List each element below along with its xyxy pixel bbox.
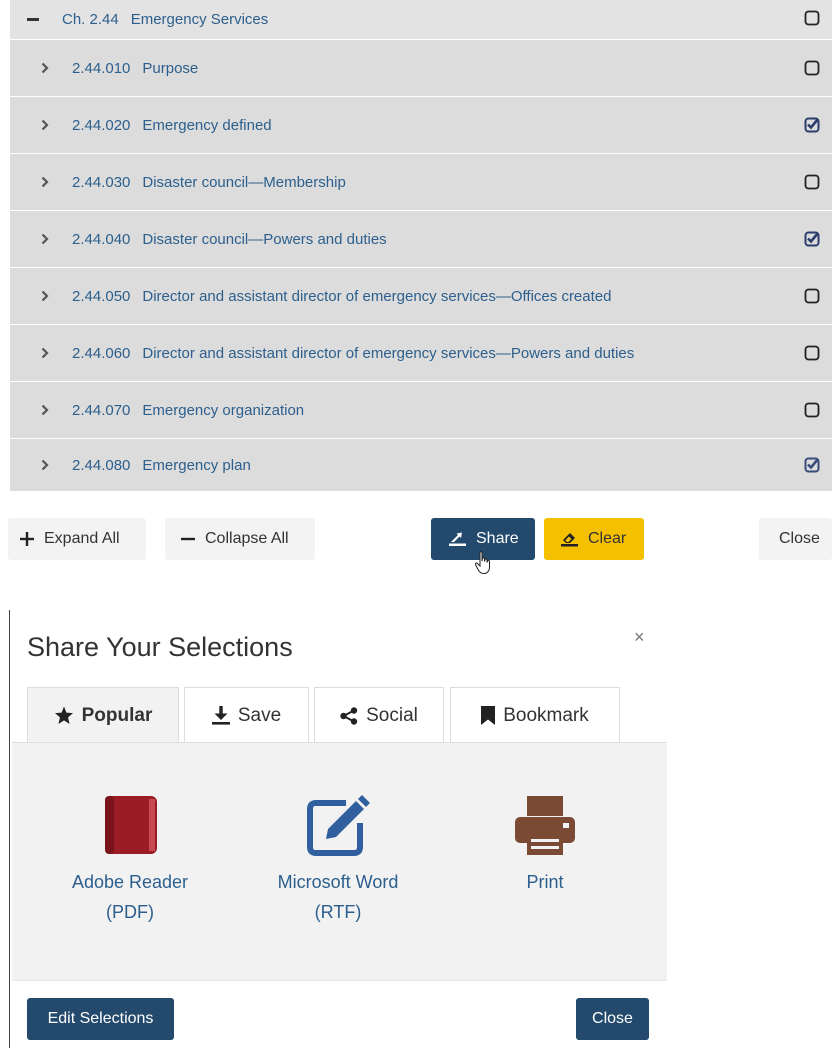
chevron-right-icon[interactable] xyxy=(36,347,54,359)
checkbox-checked-icon[interactable] xyxy=(804,457,820,473)
option-print-line1: Print xyxy=(526,872,564,892)
share-icon xyxy=(340,706,358,725)
clear-button[interactable]: Clear xyxy=(544,518,644,560)
download-icon xyxy=(211,706,230,725)
section-row-5[interactable]: 2.44.050 Director and assistant director… xyxy=(10,268,832,325)
section-title[interactable]: Emergency plan xyxy=(142,457,250,474)
book-icon xyxy=(105,796,157,854)
section-tree: Ch. 2.44 Emergency Services 2.44.010 Pur… xyxy=(10,0,832,492)
tab-panel-popular: Adobe Reader (PDF) Microsoft Word (RTF) … xyxy=(12,742,667,981)
checkbox[interactable] xyxy=(804,174,820,190)
chevron-right-icon[interactable] xyxy=(36,404,54,416)
section-row-8[interactable]: 2.44.080 Emergency plan xyxy=(10,439,832,492)
chapter-title[interactable]: Emergency Services xyxy=(131,11,269,28)
tab-popular-label: Popular xyxy=(81,704,153,726)
tab-bookmark-label: Bookmark xyxy=(503,704,589,726)
checkbox-checked-icon[interactable] xyxy=(804,117,820,133)
expand-all-button[interactable]: Expand All xyxy=(8,518,146,560)
expand-all-label: Expand All xyxy=(44,530,120,547)
section-row-7[interactable]: 2.44.070 Emergency organization xyxy=(10,382,832,439)
edit-icon xyxy=(307,795,370,856)
section-number[interactable]: 2.44.080 xyxy=(72,457,130,474)
chevron-right-icon[interactable] xyxy=(36,62,54,74)
checkbox[interactable] xyxy=(804,402,820,418)
section-row-6[interactable]: 2.44.060 Director and assistant director… xyxy=(10,325,832,382)
chevron-right-icon[interactable] xyxy=(36,459,54,471)
option-word-line1: Microsoft Word xyxy=(277,872,399,892)
checkbox[interactable] xyxy=(804,288,820,304)
plus-icon xyxy=(20,532,34,546)
bookmark-icon xyxy=(481,706,496,725)
chapter-number[interactable]: Ch. 2.44 xyxy=(62,11,119,28)
close-label: Close xyxy=(779,530,820,547)
chevron-right-icon[interactable] xyxy=(36,176,54,188)
section-number[interactable]: 2.44.040 xyxy=(72,231,130,248)
option-word[interactable]: Microsoft Word (RTF) xyxy=(260,793,416,927)
collapse-icon[interactable] xyxy=(24,17,42,22)
edit-selections-button[interactable]: Edit Selections xyxy=(27,998,174,1040)
modal-border xyxy=(9,610,10,1048)
chevron-right-icon[interactable] xyxy=(36,233,54,245)
collapse-all-label: Collapse All xyxy=(205,530,289,547)
chapter-row[interactable]: Ch. 2.44 Emergency Services xyxy=(10,0,832,40)
section-number[interactable]: 2.44.070 xyxy=(72,402,130,419)
chevron-right-icon[interactable] xyxy=(36,290,54,302)
share-label: Share xyxy=(476,530,519,547)
share-export-icon xyxy=(449,532,466,546)
minus-icon xyxy=(181,537,195,541)
checkbox[interactable] xyxy=(804,60,820,76)
option-word-line2: (RTF) xyxy=(314,902,362,922)
checkbox-checked-icon[interactable] xyxy=(804,231,820,247)
option-pdf-line1: Adobe Reader xyxy=(71,872,189,892)
section-number[interactable]: 2.44.050 xyxy=(72,288,130,305)
eraser-icon xyxy=(561,533,578,547)
option-pdf-line2: (PDF) xyxy=(106,902,154,922)
tab-social[interactable]: Social xyxy=(314,687,444,743)
tab-save-label: Save xyxy=(237,704,282,726)
modal-close-icon[interactable]: × xyxy=(634,627,645,648)
tab-popular[interactable]: Popular xyxy=(27,687,179,743)
modal-title: Share Your Selections xyxy=(27,632,293,662)
section-row-3[interactable]: 2.44.030 Disaster council—Membership xyxy=(10,154,832,211)
clear-label: Clear xyxy=(588,530,627,547)
section-title[interactable]: Director and assistant director of emerg… xyxy=(142,288,611,305)
chevron-right-icon[interactable] xyxy=(36,119,54,131)
action-bar: Expand All Collapse All Share Clear Clos… xyxy=(0,518,832,562)
collapse-all-button[interactable]: Collapse All xyxy=(165,518,315,560)
close-button[interactable]: Close xyxy=(759,518,832,560)
tab-social-label: Social xyxy=(366,704,418,726)
section-number[interactable]: 2.44.020 xyxy=(72,117,130,134)
star-icon xyxy=(54,706,73,724)
section-number[interactable]: 2.44.010 xyxy=(72,60,130,77)
hand-cursor-icon xyxy=(474,551,490,575)
tab-bookmark[interactable]: Bookmark xyxy=(450,687,620,743)
section-number[interactable]: 2.44.030 xyxy=(72,174,130,191)
section-title[interactable]: Disaster council—Powers and duties xyxy=(142,231,386,248)
section-title[interactable]: Emergency defined xyxy=(142,117,271,134)
section-title[interactable]: Disaster council—Membership xyxy=(142,174,345,191)
section-row-2[interactable]: 2.44.020 Emergency defined xyxy=(10,97,832,154)
printer-icon xyxy=(515,796,575,855)
modal-footer-divider xyxy=(12,980,667,981)
option-print[interactable]: Print xyxy=(500,793,590,897)
section-number[interactable]: 2.44.060 xyxy=(72,345,130,362)
section-title[interactable]: Director and assistant director of emerg… xyxy=(142,345,634,362)
tab-save[interactable]: Save xyxy=(184,687,309,743)
option-pdf[interactable]: Adobe Reader (PDF) xyxy=(62,793,198,927)
section-title[interactable]: Emergency organization xyxy=(142,402,304,419)
checkbox[interactable] xyxy=(804,10,820,26)
checkbox[interactable] xyxy=(804,345,820,361)
section-row-4[interactable]: 2.44.040 Disaster council—Powers and dut… xyxy=(10,211,832,268)
section-title[interactable]: Purpose xyxy=(142,60,198,77)
section-row-1[interactable]: 2.44.010 Purpose xyxy=(10,40,832,97)
modal-close-button[interactable]: Close xyxy=(576,998,649,1040)
